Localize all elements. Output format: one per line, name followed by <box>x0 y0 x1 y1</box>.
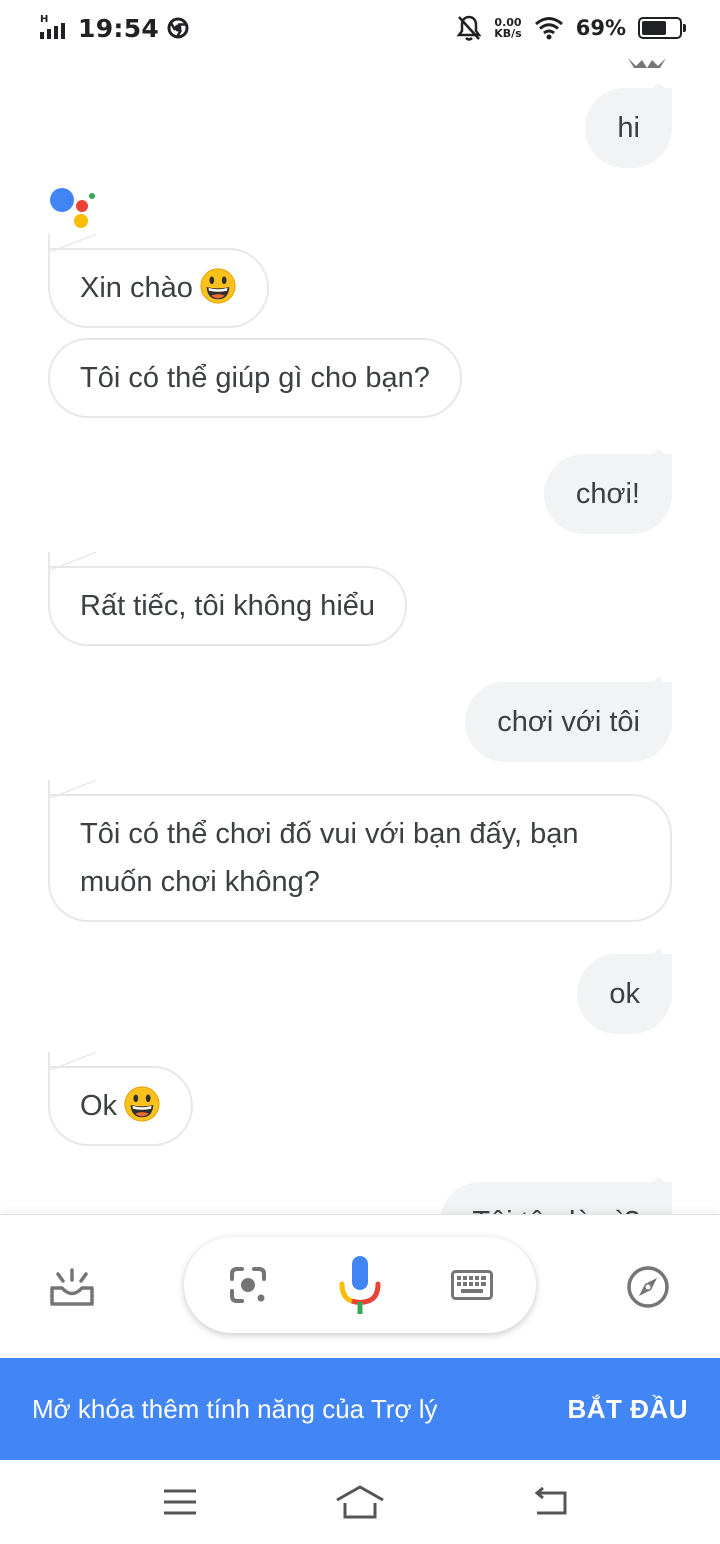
home-button[interactable] <box>334 1480 386 1524</box>
banner-text: Mở khóa thêm tính năng của Trợ lý <box>32 1393 438 1424</box>
network-speed: 0.00 KB/s <box>494 17 521 39</box>
net-speed-unit: KB/s <box>494 27 522 40</box>
navigation-bar <box>0 1460 720 1544</box>
assistant-toolbar <box>0 1214 720 1358</box>
assistant-message: Xin chào <box>48 234 269 328</box>
message-text-line1: Tôi có thể chơi đố vui với bạn đấy, bạn <box>80 818 579 850</box>
input-mode-pill <box>184 1237 536 1333</box>
assistant-message: Tôi có thể giúp gì cho bạn? <box>48 338 462 418</box>
compass-icon <box>627 1266 669 1308</box>
battery-percent: 69% <box>575 16 626 40</box>
conversation[interactable]: hi Xin chào Tôi có thể giúp gì cho bạn? … <box>0 56 720 1214</box>
network-type: H <box>40 14 49 25</box>
user-message: chơi! <box>543 454 672 534</box>
assistant-message: Tôi có thể chơi đố vui với bạn đấy, bạn … <box>48 780 672 922</box>
message-text: Rất tiếc, tôi không hiểu <box>80 590 376 622</box>
message-text: ok <box>609 978 640 1010</box>
updates-button[interactable] <box>44 1263 100 1311</box>
status-left: H 19:54 <box>40 14 189 43</box>
mic-button[interactable] <box>334 1253 386 1317</box>
assistant-message: Ok <box>48 1052 194 1146</box>
user-message: chơi với tôi <box>465 682 672 762</box>
wifi-icon <box>534 17 563 40</box>
user-avatar-icon <box>628 58 666 68</box>
back-icon <box>534 1487 567 1515</box>
battery-icon <box>638 17 686 39</box>
message-text: Xin chào <box>80 272 193 304</box>
menu-icon <box>164 1489 196 1515</box>
grinning-face-emoji-icon <box>200 268 236 304</box>
user-message: hi <box>585 88 672 168</box>
message-text: chơi với tôi <box>497 706 640 738</box>
google-assistant-logo-icon <box>50 188 95 228</box>
message-text: chơi! <box>575 478 640 510</box>
menu-button[interactable] <box>156 1482 204 1522</box>
chrome-icon <box>167 17 189 39</box>
signal-strength-icon: H <box>40 15 70 41</box>
get-started-button[interactable]: BẮT ĐẦU <box>568 1394 689 1425</box>
google-lens-icon <box>230 1267 266 1303</box>
status-right: 0.00 KB/s 69% <box>456 14 686 42</box>
battery-fill <box>642 21 666 35</box>
user-message-partial: Tôi tên là gì? <box>440 1182 672 1214</box>
keyboard-button[interactable] <box>448 1265 496 1305</box>
message-text: Ok <box>80 1090 118 1122</box>
lens-button[interactable] <box>224 1263 272 1307</box>
notifications-off-icon <box>456 15 482 41</box>
assistant-message: Rất tiếc, tôi không hiểu <box>48 552 408 646</box>
message-text-line2: muốn chơi không? <box>80 866 320 898</box>
microphone-icon <box>339 1256 381 1314</box>
keyboard-icon <box>451 1270 493 1300</box>
clock: 19:54 <box>78 13 160 43</box>
message-text: Tôi có thể giúp gì cho bạn? <box>80 362 430 394</box>
explore-button[interactable] <box>622 1261 674 1313</box>
unlock-features-banner: Mở khóa thêm tính năng của Trợ lý BẮT ĐẦ… <box>0 1358 720 1460</box>
message-text: hi <box>617 112 640 144</box>
user-message: ok <box>577 954 672 1034</box>
grinning-face-emoji-icon <box>124 1086 160 1122</box>
back-button[interactable] <box>526 1482 574 1522</box>
message-text: Tôi tên là gì? <box>472 1206 640 1214</box>
updates-tray-icon <box>50 1268 94 1306</box>
status-bar: H 19:54 0.00 KB/s 69% <box>0 0 720 56</box>
home-icon <box>336 1485 384 1519</box>
